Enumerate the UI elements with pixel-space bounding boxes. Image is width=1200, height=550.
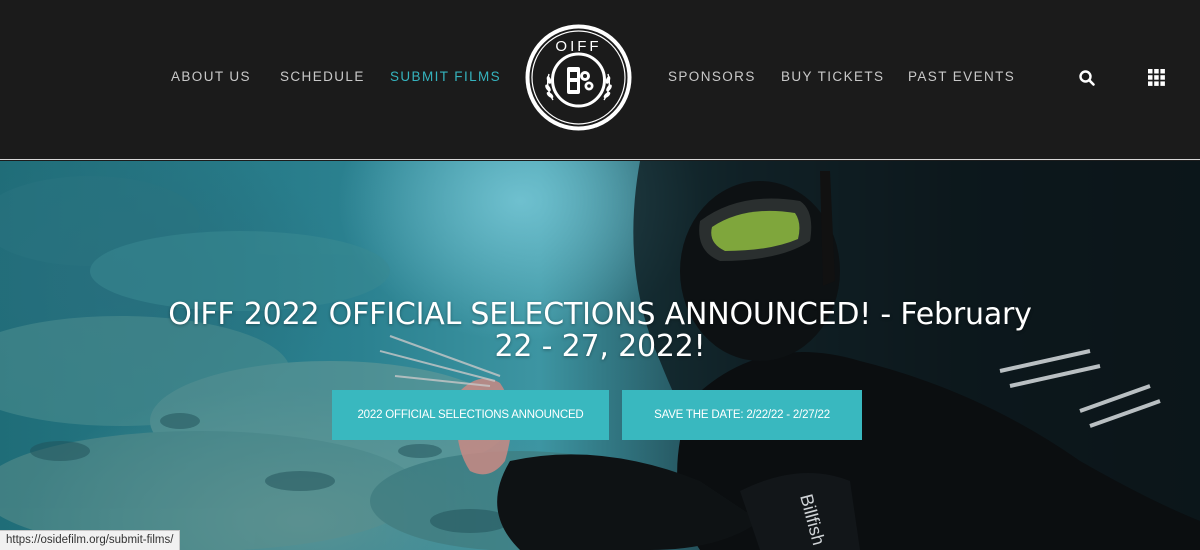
hero-banner: Billfish OIFF 2022 OFFICIAL SELECTIONS A… <box>0 161 1200 550</box>
grid-menu-icon[interactable] <box>1148 69 1165 86</box>
nav-buy-tickets[interactable]: BUY TICKETS <box>781 69 884 84</box>
nav-past-events[interactable]: PAST EVENTS <box>908 69 1015 84</box>
search-icon[interactable] <box>1078 69 1096 87</box>
nav-schedule[interactable]: SCHEDULE <box>280 69 365 84</box>
save-the-date-button[interactable]: SAVE THE DATE: 2/22/22 - 2/27/22 <box>622 390 862 440</box>
site-header: ABOUT US SCHEDULE SUBMIT FILMS OIFF SPON… <box>0 0 1200 160</box>
oiff-logo[interactable]: OIFF <box>523 22 634 133</box>
nav-sponsors[interactable]: SPONSORS <box>668 69 756 84</box>
logo-text: OIFF <box>555 38 601 55</box>
camera-logo-icon: OIFF <box>525 24 632 131</box>
nav-submit-films[interactable]: SUBMIT FILMS <box>390 69 501 84</box>
official-selections-button[interactable]: 2022 OFFICIAL SELECTIONS ANNOUNCED <box>332 390 609 440</box>
browser-status-url: https://osidefilm.org/submit-films/ <box>0 530 181 550</box>
hero-title: OIFF 2022 OFFICIAL SELECTIONS ANNOUNCED!… <box>168 297 1032 364</box>
nav-about-us[interactable]: ABOUT US <box>171 69 251 84</box>
